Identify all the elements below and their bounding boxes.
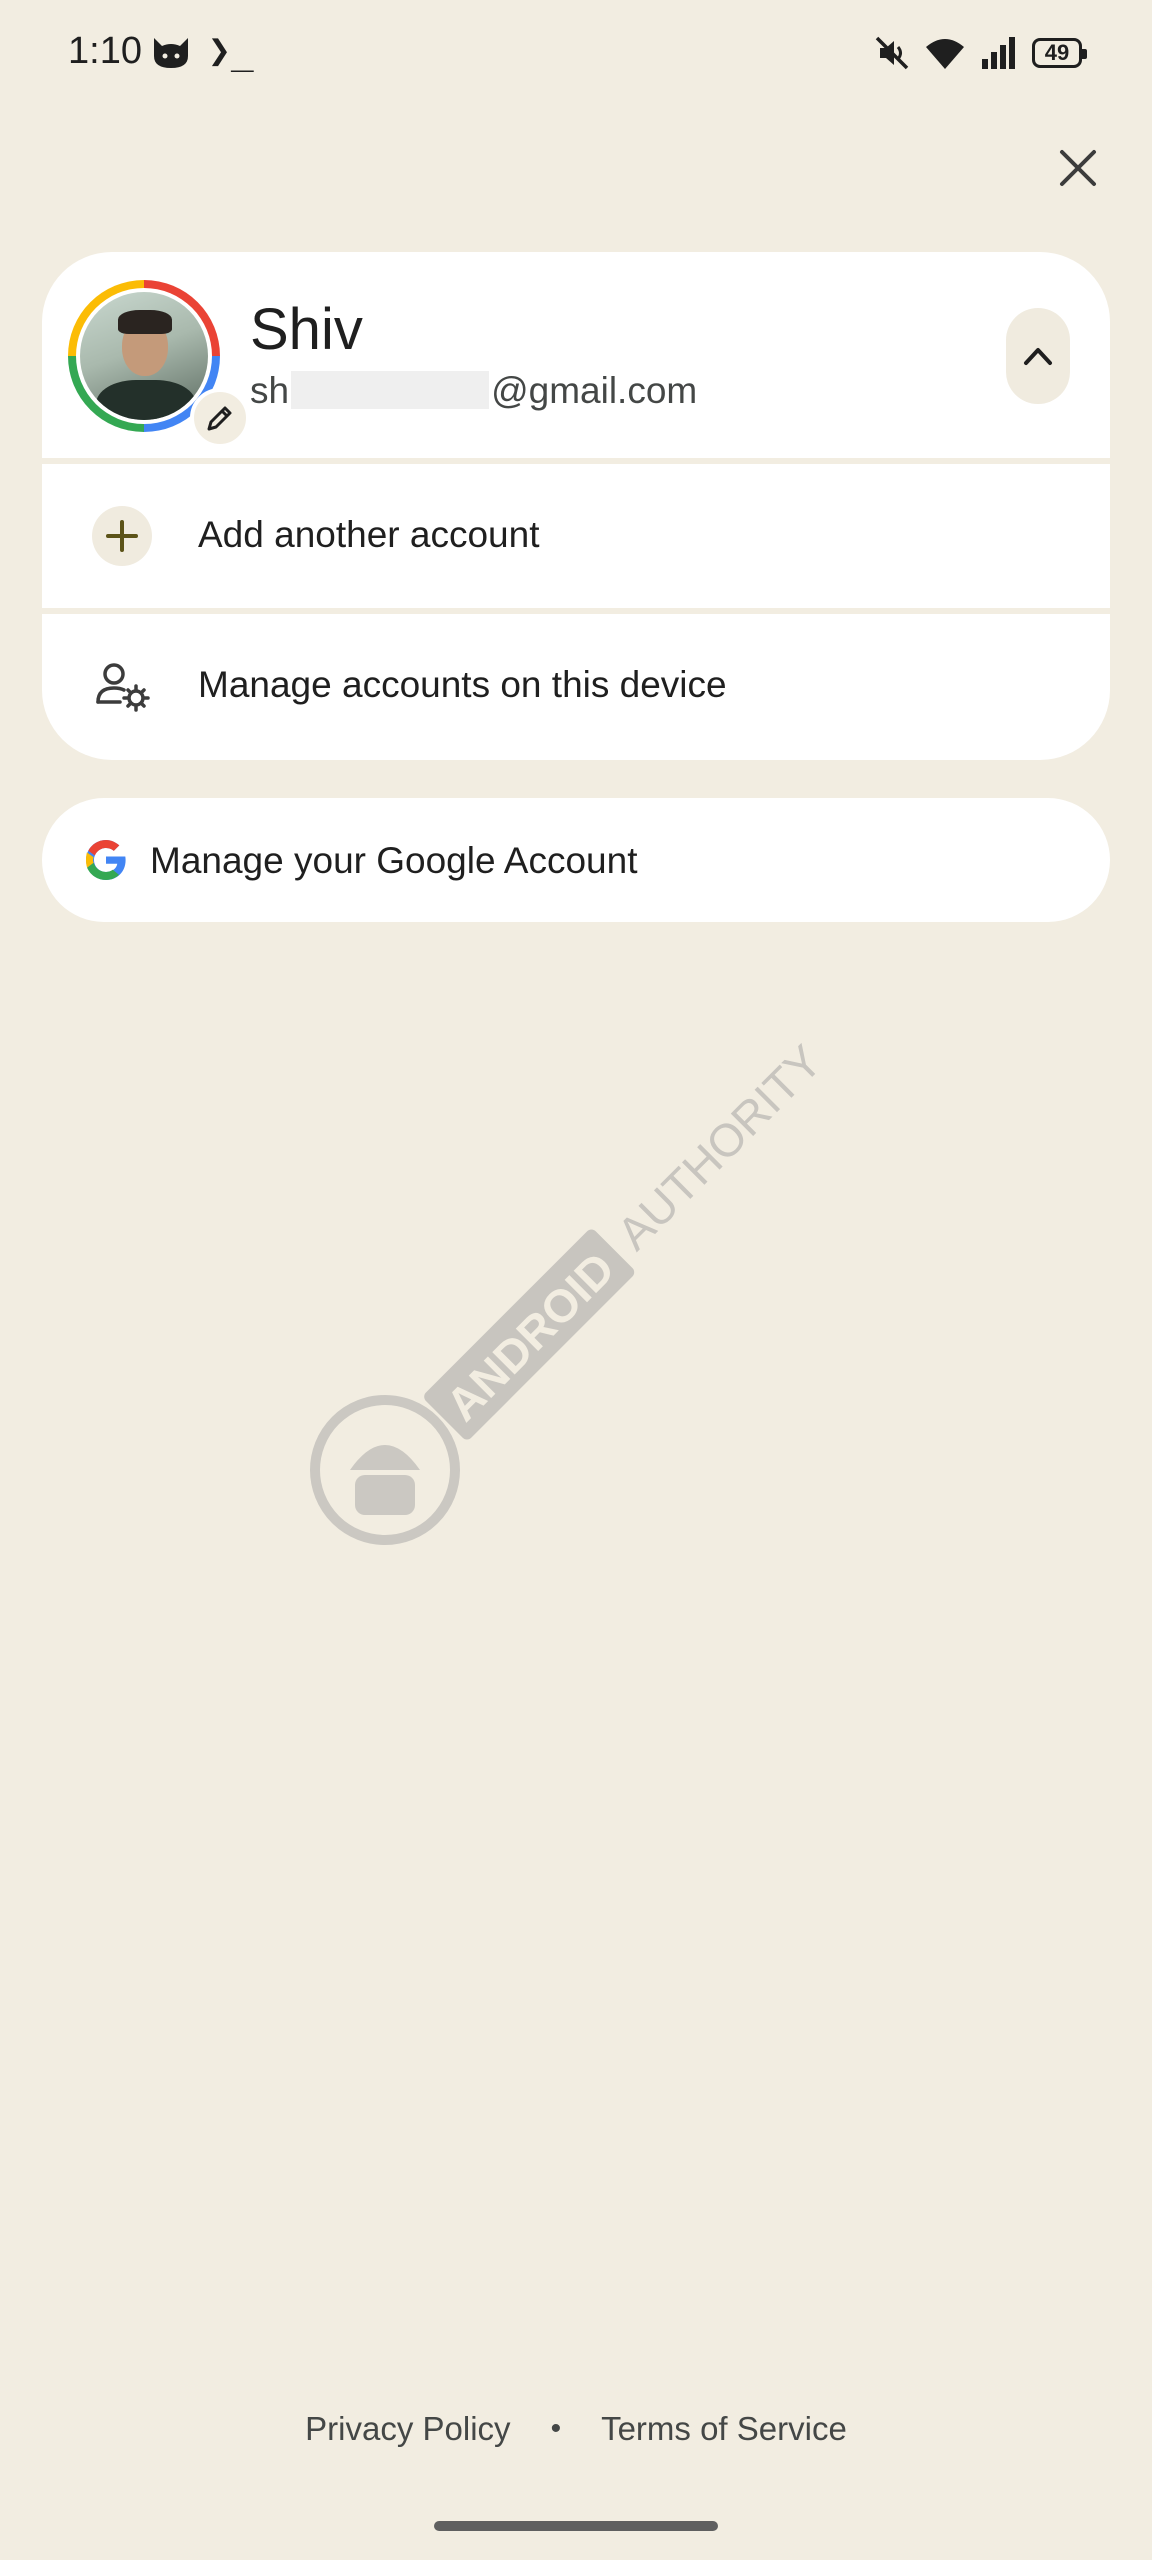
privacy-policy-link[interactable]: Privacy Policy xyxy=(305,2410,510,2448)
pencil-icon xyxy=(207,406,232,431)
add-icon xyxy=(92,506,152,566)
terminal-icon: ❯_ xyxy=(208,28,254,72)
close-icon xyxy=(1060,150,1096,186)
mute-icon xyxy=(875,36,909,70)
account-email: sh @gmail.com xyxy=(250,370,697,412)
signal-icon xyxy=(982,37,1015,69)
footer-separator: • xyxy=(550,2412,562,2445)
watermark-text-bold: ANDROID xyxy=(436,1242,625,1431)
battery-level: 49 xyxy=(1044,40,1070,65)
manage-accounts-label: Manage accounts on this device xyxy=(198,664,727,705)
avatar[interactable] xyxy=(76,288,212,424)
footer: Privacy Policy • Terms of Service xyxy=(0,2410,1152,2448)
status-bar: 1:10 ❯_ 49 xyxy=(0,0,1152,110)
wifi-icon xyxy=(926,39,964,69)
google-g-icon xyxy=(86,840,126,880)
edit-photo-button[interactable] xyxy=(190,388,250,448)
email-redaction xyxy=(291,371,490,409)
watermark-text-light: AUTHORITY xyxy=(607,1035,832,1260)
manage-accounts-device-button[interactable]: Manage accounts on this device xyxy=(42,614,1110,758)
terms-of-service-link[interactable]: Terms of Service xyxy=(601,2410,847,2448)
battery-icon: 49 xyxy=(1032,38,1087,68)
home-indicator[interactable] xyxy=(434,2521,718,2531)
add-account-button[interactable]: Add another account xyxy=(42,464,1110,608)
email-prefix: sh xyxy=(250,370,290,411)
chevron-up-icon xyxy=(1024,348,1052,365)
cat-icon xyxy=(154,38,188,68)
collapse-accounts-button[interactable] xyxy=(1006,308,1070,404)
manage-google-account-button[interactable]: Manage your Google Account xyxy=(42,798,1110,922)
avatar-ring xyxy=(68,280,250,448)
avatar-photo xyxy=(80,292,208,420)
close-button[interactable] xyxy=(1050,140,1106,196)
manage-google-account-label: Manage your Google Account xyxy=(150,840,638,881)
account-header: Shiv sh @gmail.com xyxy=(42,252,1110,458)
account-card: Shiv sh @gmail.com Add another account M… xyxy=(42,252,1110,760)
add-account-label: Add another account xyxy=(198,514,540,555)
account-name: Shiv xyxy=(250,297,363,362)
status-icons: 49 xyxy=(874,30,1087,76)
android-authority-watermark: ANDROID AUTHORITY xyxy=(310,1035,832,1545)
manage-accounts-icon xyxy=(92,656,152,716)
email-suffix: @gmail.com xyxy=(491,370,698,411)
status-time: 1:10 xyxy=(68,30,142,72)
